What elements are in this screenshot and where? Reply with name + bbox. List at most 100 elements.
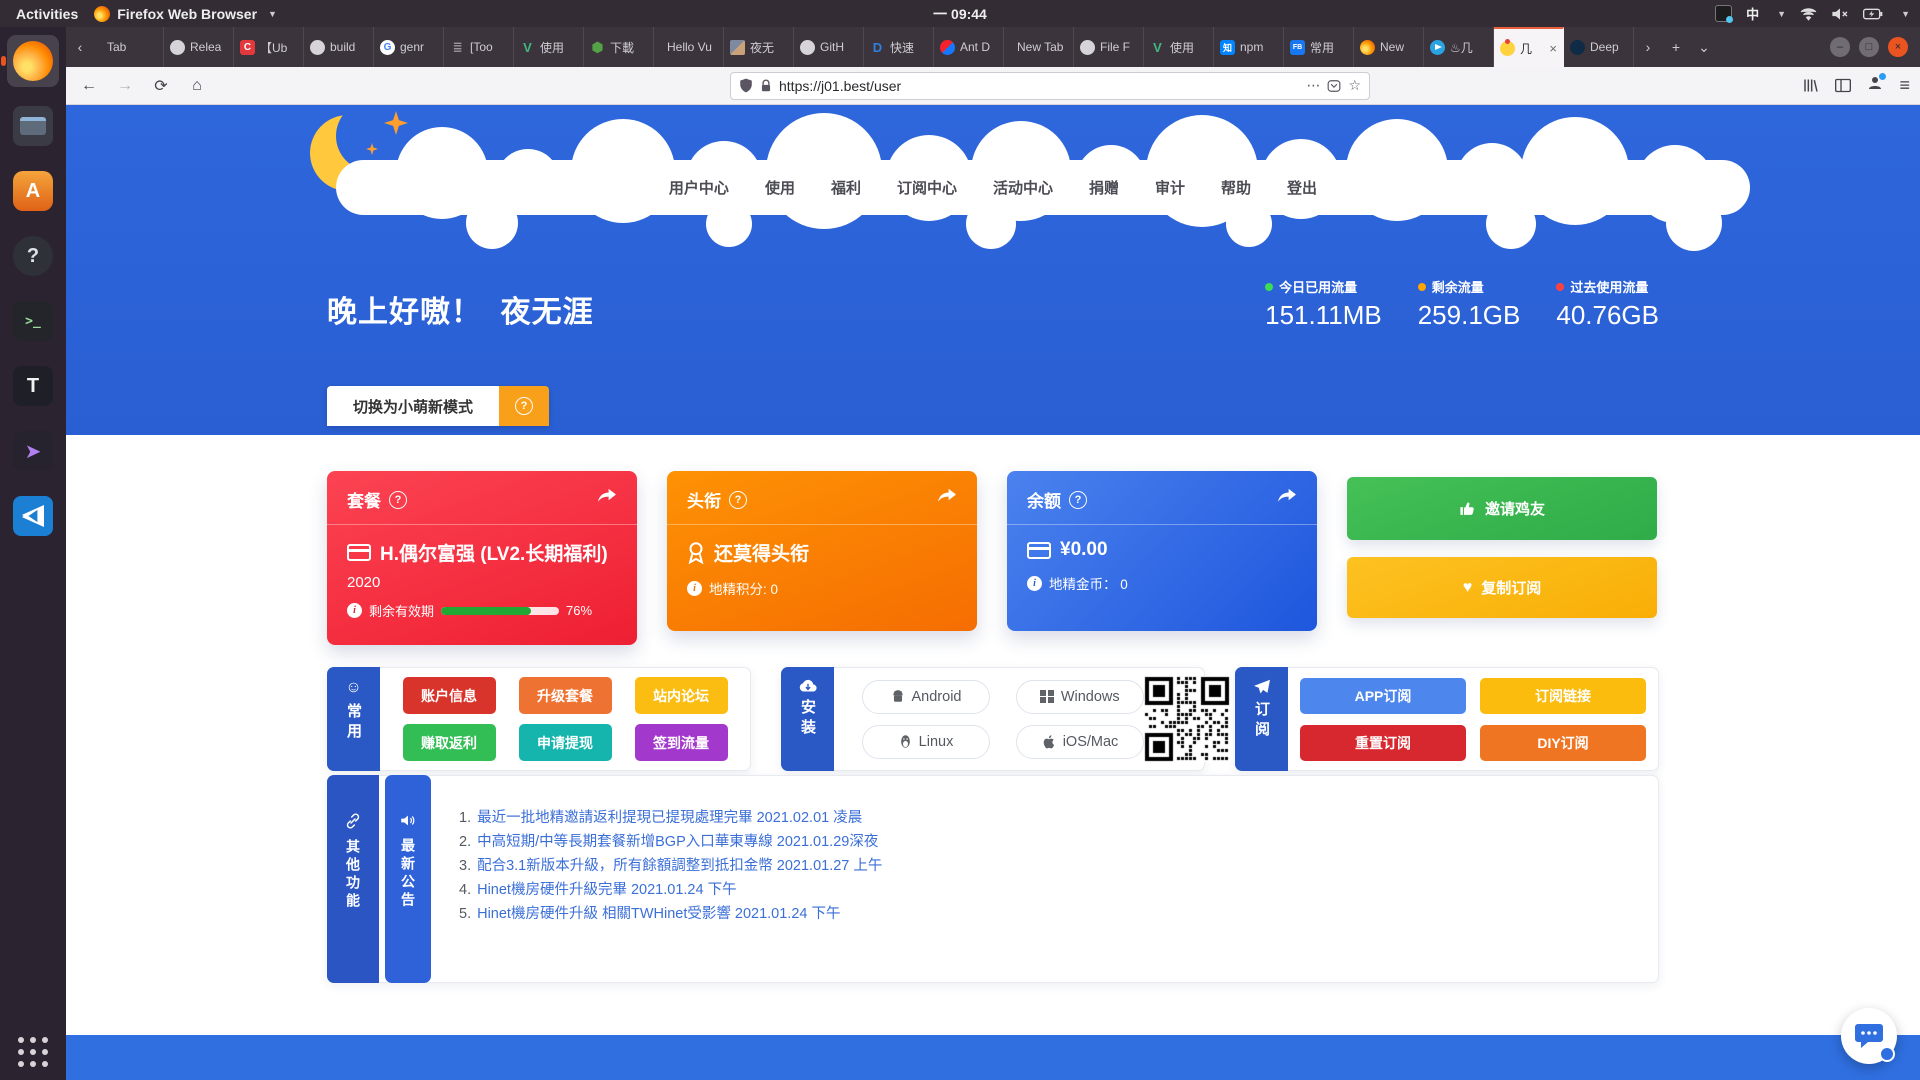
browser-tab[interactable]: FB常用 (1284, 27, 1354, 67)
browser-tab[interactable]: ♨几 (1424, 27, 1494, 67)
scroll-tabs-right-button[interactable]: › (1634, 27, 1662, 67)
browser-tab[interactable]: ≣[Too (444, 27, 514, 67)
input-method-icon[interactable] (1715, 5, 1732, 22)
account-info-button[interactable]: 账户信息 (403, 677, 496, 714)
browser-tab[interactable]: C【Ub (234, 27, 304, 67)
shield-icon[interactable] (739, 78, 753, 93)
browser-tab[interactable]: ⬢下載 (584, 27, 654, 67)
dock-help[interactable]: ? (7, 230, 59, 282)
help-icon[interactable]: ? (389, 491, 407, 509)
mode-switch-button[interactable]: 切换为小萌新模式 ? (327, 386, 549, 426)
new-tab-button[interactable]: + (1662, 27, 1690, 67)
share-icon[interactable] (937, 488, 957, 511)
dock-vscode[interactable] (7, 490, 59, 542)
announcement-link[interactable]: 最近一批地精邀請返利提現已提現處理完畢 2021.02.01 凌晨 (477, 806, 862, 830)
windows-button[interactable]: Windows (1016, 680, 1144, 714)
lock-icon[interactable] (760, 79, 772, 93)
browser-tab[interactable]: 知npm (1214, 27, 1284, 67)
announcement-link[interactable]: 配合3.1新版本升級，所有餘額調整到抵扣金幣 2021.01.27 上午 (477, 854, 882, 878)
browser-tab[interactable]: New Tab (1004, 27, 1074, 67)
dock-firefox[interactable] (7, 35, 59, 87)
browser-tab[interactable]: V使用 (1144, 27, 1214, 67)
announcement-link[interactable]: Hinet機房硬件升級 相關TWHinet受影響 2021.01.24 下午 (477, 902, 840, 926)
forward-button[interactable]: → (112, 77, 138, 95)
maximize-button[interactable]: □ (1859, 37, 1879, 57)
dock-ubuntu-software[interactable]: A (7, 165, 59, 217)
forum-button[interactable]: 站内论坛 (635, 677, 728, 714)
page-actions-icon[interactable]: ⋯ (1306, 77, 1320, 94)
clock[interactable]: 一 09:44 (933, 4, 987, 24)
bookmark-star-icon[interactable]: ☆ (1348, 77, 1361, 94)
mode-help-icon[interactable]: ? (499, 386, 549, 426)
browser-tab[interactable]: D快速 (864, 27, 934, 67)
nav-donate[interactable]: 捐赠 (1089, 177, 1119, 198)
dock-terminal[interactable]: >_ (7, 295, 59, 347)
app-menu[interactable]: Firefox Web Browser ▼ (94, 6, 277, 22)
linux-button[interactable]: Linux (862, 725, 990, 759)
reload-button[interactable]: ⟳ (148, 76, 174, 96)
browser-tab[interactable]: Ggenr (374, 27, 444, 67)
dock-files[interactable] (7, 100, 59, 152)
nav-activity-center[interactable]: 活动中心 (993, 177, 1053, 198)
browser-tab[interactable]: V使用 (514, 27, 584, 67)
other-functions-tab[interactable]: 其他功能 (327, 775, 379, 983)
nav-welfare[interactable]: 福利 (831, 177, 861, 198)
minimize-button[interactable]: – (1830, 37, 1850, 57)
menu-hamburger-icon[interactable]: ≡ (1899, 75, 1910, 96)
earn-rebate-button[interactable]: 赚取返利 (403, 724, 496, 761)
browser-tab[interactable]: Deep (1564, 27, 1634, 67)
reset-subscription-button[interactable]: 重置订阅 (1300, 725, 1466, 761)
announcement-link[interactable]: 中高短期/中等長期套餐新增BGP入口華東專線 2021.01.29深夜 (477, 830, 878, 854)
subscription-link-button[interactable]: 订阅链接 (1480, 678, 1646, 714)
quick-tab[interactable]: ☺ 常用 (327, 667, 380, 771)
browser-tab[interactable]: Tab (94, 27, 164, 67)
browser-tab[interactable]: 夜无 (724, 27, 794, 67)
install-tab[interactable]: 安装 (781, 667, 834, 771)
scroll-tabs-left-button[interactable]: ‹ (66, 27, 94, 67)
subscribe-tab[interactable]: 订阅 (1235, 667, 1288, 771)
share-icon[interactable] (1277, 488, 1297, 511)
nav-subscription-center[interactable]: 订阅中心 (897, 177, 957, 198)
chat-bubble-button[interactable] (1841, 1008, 1897, 1064)
android-button[interactable]: Android (862, 680, 990, 714)
announcement-link[interactable]: Hinet機房硬件升級完畢 2021.01.24 下午 (477, 878, 736, 902)
close-tab-icon[interactable]: × (1549, 41, 1557, 56)
browser-tab[interactable]: File F (1074, 27, 1144, 67)
url-bar[interactable]: https://j01.best/user ⋯ ☆ (730, 72, 1370, 100)
nav-logout[interactable]: 登出 (1287, 177, 1317, 198)
back-button[interactable]: ← (76, 77, 102, 95)
input-method-label[interactable]: 中 (1746, 4, 1759, 23)
copy-subscription-button[interactable]: ♥ 复制订阅 (1347, 557, 1657, 618)
show-applications-button[interactable] (18, 1037, 49, 1068)
browser-tab[interactable]: Hello Vu (654, 27, 724, 67)
invite-friends-button[interactable]: 邀请鸡友 (1347, 477, 1657, 540)
browser-tab[interactable]: Relea (164, 27, 234, 67)
system-tray[interactable]: 中 ▼ ▼ (1715, 4, 1910, 23)
ios-mac-button[interactable]: iOS/Mac (1016, 725, 1144, 759)
nav-user-center[interactable]: 用户中心 (669, 177, 729, 198)
nav-usage[interactable]: 使用 (765, 177, 795, 198)
close-window-button[interactable]: × (1888, 37, 1908, 57)
dock-text-editor[interactable]: T (7, 360, 59, 412)
latest-news-tab[interactable]: 最新公告 (385, 775, 431, 983)
list-all-tabs-button[interactable]: ⌄ (1690, 27, 1718, 67)
withdraw-button[interactable]: 申请提现 (519, 724, 612, 761)
browser-tab[interactable]: Ant D (934, 27, 1004, 67)
help-icon[interactable]: ? (729, 491, 747, 509)
app-subscription-button[interactable]: APP订阅 (1300, 678, 1466, 714)
share-icon[interactable] (597, 488, 617, 511)
home-button[interactable]: ⌂ (184, 77, 210, 95)
library-icon[interactable] (1803, 78, 1819, 93)
upgrade-plan-button[interactable]: 升级套餐 (519, 677, 612, 714)
account-icon[interactable] (1867, 75, 1883, 96)
diy-subscription-button[interactable]: DIY订阅 (1480, 725, 1646, 761)
nav-audit[interactable]: 审计 (1155, 177, 1185, 198)
activities-button[interactable]: Activities (0, 6, 94, 22)
browser-tab[interactable]: New (1354, 27, 1424, 67)
help-icon[interactable]: ? (1069, 491, 1087, 509)
sidebar-icon[interactable] (1835, 78, 1851, 93)
url-text[interactable]: https://j01.best/user (779, 78, 901, 94)
nav-help[interactable]: 帮助 (1221, 177, 1251, 198)
browser-tab[interactable]: GitH (794, 27, 864, 67)
browser-tab-active[interactable]: 几× (1494, 27, 1564, 67)
